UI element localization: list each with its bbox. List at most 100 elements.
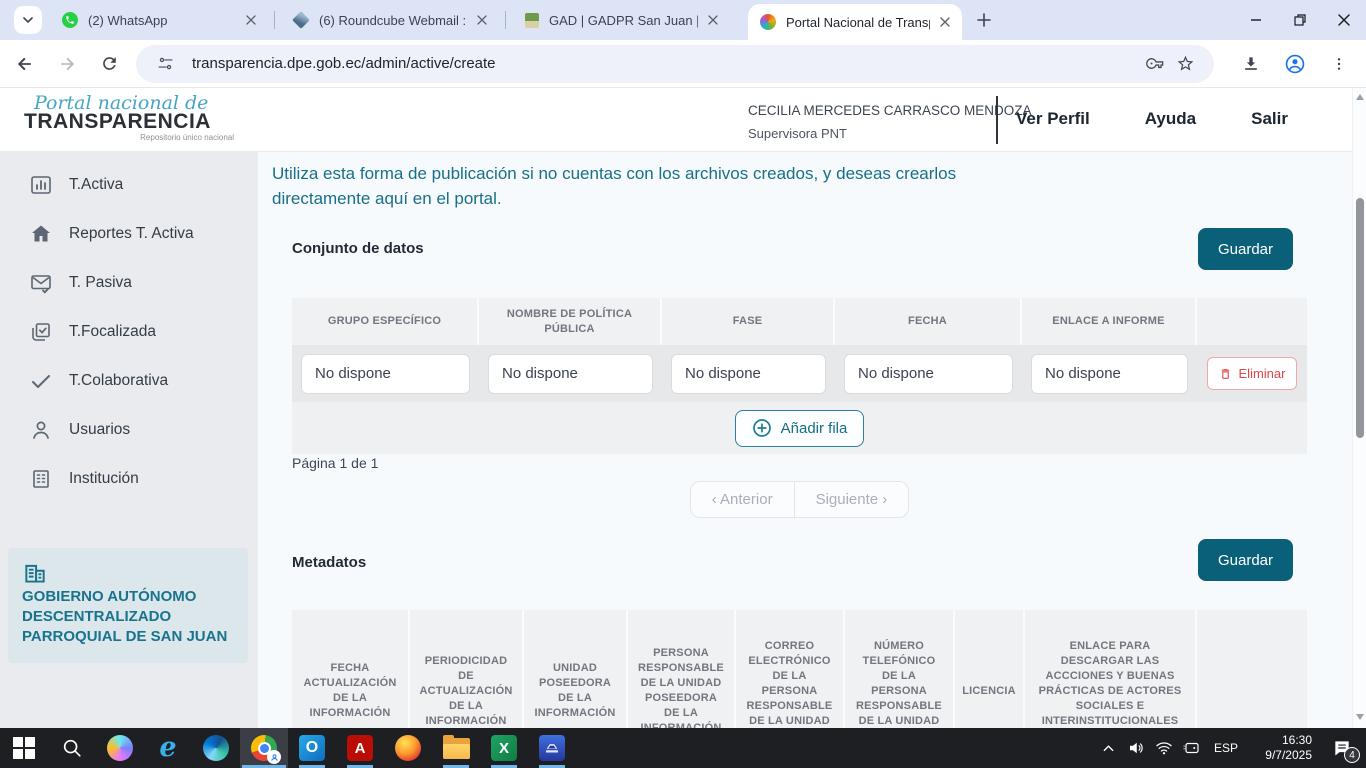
copilot-icon [107, 735, 133, 761]
sidebar-item-institucion[interactable]: Institución [0, 454, 258, 503]
notification-center-button[interactable]: 4 [1322, 728, 1362, 768]
taskbar-firefox-button[interactable] [384, 728, 432, 768]
url-text[interactable]: transparencia.dpe.gob.ec/admin/active/cr… [192, 55, 496, 72]
reload-button[interactable] [92, 47, 126, 81]
tray-chevron-up-icon[interactable] [1094, 728, 1122, 768]
tab-search-button[interactable] [14, 6, 42, 34]
prev-page-button[interactable]: ‹ Anterior [691, 482, 794, 517]
back-button[interactable] [8, 47, 42, 81]
ayuda-link[interactable]: Ayuda [1145, 109, 1196, 129]
delete-row-button[interactable]: Eliminar [1207, 357, 1297, 390]
sidebar-item-t-activa[interactable]: T.Activa [0, 160, 258, 209]
new-tab-button[interactable] [970, 6, 998, 34]
intro-text: Utiliza esta forma de publicación si no … [272, 161, 956, 211]
taskbar-time: 16:30 [1246, 733, 1312, 748]
site-logo[interactable]: Portal nacional de TRANSPARENCIA Reposit… [24, 94, 234, 142]
scrollbar-thumb[interactable] [1356, 198, 1364, 438]
taskbar-acrobat-button[interactable]: A [336, 728, 384, 768]
trash-icon [1219, 367, 1232, 381]
scroll-up-arrow[interactable] [1356, 94, 1364, 100]
outlook-icon: O [299, 735, 325, 761]
nombre-politica-input[interactable] [488, 354, 653, 394]
sidebar-item-t-colaborativa[interactable]: T.Colaborativa [0, 356, 258, 405]
close-icon[interactable] [936, 13, 954, 31]
start-button[interactable] [0, 728, 48, 768]
taskbar-copilot-button[interactable] [96, 728, 144, 768]
scroll-down-arrow[interactable] [1356, 714, 1364, 720]
forward-button[interactable] [50, 47, 84, 81]
add-row-button[interactable]: Añadir fila [735, 410, 865, 447]
sidebar-item-t-pasiva[interactable]: T. Pasiva [0, 258, 258, 307]
taskbar-edge-button[interactable] [192, 728, 240, 768]
taskbar-clock[interactable]: 16:30 9/7/2025 [1246, 733, 1312, 763]
connect-display-icon[interactable] [1178, 728, 1206, 768]
tab-separator [505, 11, 506, 29]
sidebar-item-usuarios[interactable]: Usuarios [0, 405, 258, 454]
file-explorer-icon [443, 738, 470, 759]
next-page-button[interactable]: Siguiente › [794, 482, 909, 517]
logo-main-text: TRANSPARENCIA [24, 112, 234, 132]
fecha-input[interactable] [844, 354, 1013, 394]
restore-button[interactable] [1278, 0, 1322, 40]
sidebar-item-label: Usuarios [69, 421, 130, 439]
institution-building-icon [22, 561, 234, 587]
taskbar-excel-button[interactable]: X [480, 728, 528, 768]
grupo-especifico-input[interactable] [301, 354, 470, 394]
sidebar: T.Activa Reportes T. Activa T. Pasiva T.… [0, 152, 258, 728]
sidebar-item-label: T. Pasiva [69, 274, 132, 292]
tab-whatsapp[interactable]: (2) WhatsApp [50, 0, 268, 40]
address-bar[interactable]: transparencia.dpe.gob.ec/admin/active/cr… [136, 45, 1214, 83]
whatsapp-favicon [62, 12, 78, 28]
tab-portal-active[interactable]: Portal Nacional de Transparenci [748, 4, 962, 40]
wifi-icon[interactable] [1150, 728, 1178, 768]
toolbar-right-icons [1224, 47, 1356, 81]
metadata-table: FECHA ACTUALIZACIÓN DE LA INFORMACIÓN PE… [292, 610, 1307, 728]
salir-link[interactable]: Salir [1251, 109, 1288, 129]
dataset-table-header: GRUPO ESPECÍFICO NOMBRE DE POLÍTICA PÚBL… [292, 298, 1307, 345]
taskbar-chrome-button[interactable] [240, 728, 288, 768]
sidebar-item-reportes-t-activa[interactable]: Reportes T. Activa [0, 209, 258, 258]
enlace-informe-input[interactable] [1031, 354, 1188, 394]
volume-icon[interactable] [1122, 728, 1150, 768]
site-settings-icon[interactable] [150, 49, 180, 79]
home-icon [29, 222, 53, 246]
close-icon[interactable] [704, 11, 722, 29]
language-indicator[interactable]: ESP [1206, 741, 1246, 755]
column-header: FASE [662, 298, 835, 345]
browser-toolbar: transparencia.dpe.gob.ec/admin/active/cr… [0, 40, 1366, 88]
taskbar-outlook-button[interactable]: O [288, 728, 336, 768]
page-scrollbar[interactable] [1352, 88, 1366, 728]
bar-chart-icon [29, 173, 53, 197]
column-header: PERIODICIDAD DE ACTUALIZACIÓN DE LA INFO… [410, 610, 524, 728]
intro-line-1: Utiliza esta forma de publicación si no … [272, 161, 956, 186]
tab-roundcube[interactable]: (6) Roundcube Webmail :: Entra [281, 0, 499, 40]
check-icon [29, 369, 53, 393]
sidebar-item-t-focalizada[interactable]: T.Focalizada [0, 307, 258, 356]
bookmark-star-icon[interactable] [1170, 49, 1200, 79]
profile-icon[interactable] [1278, 47, 1312, 81]
add-row-label: Añadir fila [781, 420, 848, 437]
taskbar-ie-button[interactable]: e [144, 728, 192, 768]
taskbar-search-button[interactable] [48, 728, 96, 768]
fase-input[interactable] [671, 354, 826, 394]
taskbar: e O A X [0, 728, 1366, 768]
close-icon[interactable] [242, 11, 260, 29]
minimize-button[interactable] [1234, 0, 1278, 40]
column-header: ENLACE PARA DESCARGAR LAS ACCCIONES Y BU… [1025, 610, 1197, 728]
page-info: Página 1 de 1 [292, 455, 378, 471]
scanner-icon [539, 735, 565, 761]
menu-dots-icon[interactable] [1322, 47, 1356, 81]
ver-perfil-link[interactable]: Ver Perfil [1016, 109, 1090, 129]
taskbar-scanner-button[interactable] [528, 728, 576, 768]
close-window-button[interactable] [1322, 0, 1366, 40]
tab-gad[interactable]: GAD | GADPR San Juan | [512, 0, 730, 40]
mail-check-icon [29, 271, 53, 295]
save-dataset-button[interactable]: Guardar [1198, 228, 1293, 270]
password-key-icon[interactable] [1140, 49, 1170, 79]
download-icon[interactable] [1234, 47, 1268, 81]
institution-card[interactable]: GOBIERNO AUTÓNOMO DESCENTRALIZADO PARROQ… [8, 548, 248, 663]
taskbar-explorer-button[interactable] [432, 728, 480, 768]
save-metadata-button[interactable]: Guardar [1198, 539, 1293, 581]
metadata-section-title: Metadatos [292, 554, 366, 571]
close-icon[interactable] [473, 11, 491, 29]
